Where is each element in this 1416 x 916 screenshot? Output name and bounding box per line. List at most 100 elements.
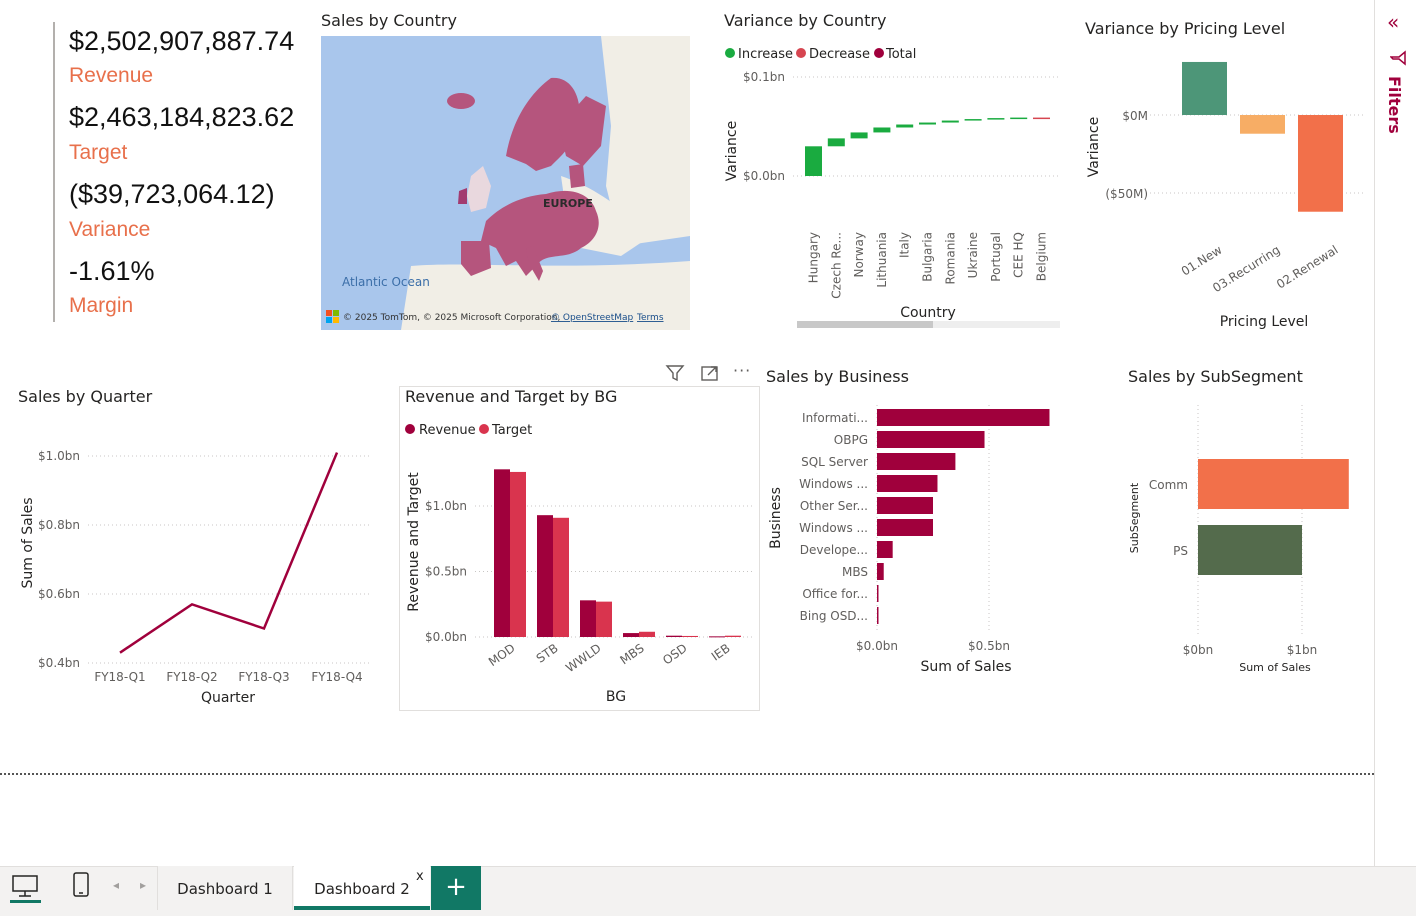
business-bar[interactable]	[877, 607, 879, 624]
variance-bar[interactable]	[1033, 117, 1050, 120]
target-bar[interactable]	[682, 635, 698, 637]
map-canvas: EUROPE Atlantic Ocean © 2025 TomTom, © 2…	[321, 36, 690, 330]
desktop-view-icon[interactable]	[11, 874, 39, 900]
x-tick: Czech Re...	[829, 232, 843, 299]
business-bar[interactable]	[877, 519, 933, 536]
subsegment-chart[interactable]: SubSegment Comm PS $0bn $1bn Sum of Sales	[1120, 400, 1370, 680]
x-tick: Hungary	[807, 232, 821, 283]
business-bar[interactable]	[877, 453, 956, 470]
x-tick: FY18-Q3	[238, 670, 289, 684]
revenue-bar[interactable]	[494, 469, 510, 637]
x-tick: Bulgaria	[921, 232, 935, 282]
pricing-chart[interactable]: $0M ($50M) Variance 01.New03.Recurring02…	[1080, 40, 1370, 340]
variance-bar[interactable]	[964, 119, 982, 121]
business-bar[interactable]	[877, 431, 985, 448]
legend-revenue[interactable]: Revenue	[419, 423, 476, 438]
y-tick: Windows ...	[799, 521, 868, 535]
openstreetmap-link[interactable]: © OpenStreetMap	[551, 313, 634, 323]
target-label: Target	[69, 141, 128, 164]
variance-country-title: Variance by Country	[724, 11, 887, 30]
mobile-view-icon[interactable]	[72, 872, 90, 898]
x-tick: 02.Renewal	[1274, 243, 1341, 292]
filters-pane[interactable]: « Filters	[1374, 0, 1416, 866]
legend-total[interactable]: Total	[885, 47, 916, 62]
x-axis-title: BG	[606, 689, 626, 705]
target-value: $2,463,184,823.62	[69, 102, 295, 132]
pricing-bar[interactable]	[1298, 115, 1343, 212]
scroll-right-icon[interactable]: ▸	[140, 878, 146, 892]
subsegment-bar[interactable]	[1198, 525, 1302, 575]
pricing-bar[interactable]	[1240, 115, 1285, 134]
microsoft-logo-piece	[333, 310, 339, 316]
y-tick: $0.5bn	[425, 565, 467, 579]
target-bar[interactable]	[596, 601, 612, 637]
x-tick: $1bn	[1287, 643, 1318, 657]
close-tab-icon[interactable]: x	[416, 869, 424, 884]
target-bar[interactable]	[639, 631, 655, 637]
x-tick: Lithuania	[875, 232, 889, 288]
revenue-bar[interactable]	[580, 600, 596, 637]
filter-icon	[1390, 50, 1406, 66]
collapse-icon[interactable]: «	[1387, 10, 1399, 34]
scroll-left-icon[interactable]: ◂	[113, 878, 119, 892]
business-bar[interactable]	[877, 585, 879, 602]
x-tick: $0.0bn	[856, 639, 898, 653]
more-options-icon[interactable]: ···	[733, 361, 751, 380]
business-chart[interactable]: Business Informati... OBPG SQL Server Windo…	[762, 400, 1072, 680]
subsegment-bar[interactable]	[1198, 459, 1349, 509]
variance-bar[interactable]	[1010, 117, 1028, 120]
variance-bar[interactable]	[896, 124, 914, 128]
x-axis-title: Sum of Sales	[1239, 661, 1311, 674]
bg-chart[interactable]: Revenue Target Revenue and Target $1.0bn…	[400, 412, 758, 707]
variance-country-chart[interactable]: Increase Decrease Total $0.1bn $0.0bn Va…	[720, 36, 1065, 336]
business-bar[interactable]	[877, 541, 893, 558]
filter-visual-icon[interactable]	[665, 363, 685, 383]
quarter-chart[interactable]: Sum of Sales $1.0bn $0.8bn $0.6bn $0.4bn FY…	[10, 440, 380, 710]
legend-decrease[interactable]: Decrease	[809, 47, 870, 62]
revenue-bar[interactable]	[537, 515, 553, 637]
variance-bar[interactable]	[873, 127, 891, 133]
target-bar[interactable]	[510, 471, 526, 637]
target-bar[interactable]	[725, 635, 741, 637]
revenue-bar[interactable]	[666, 635, 682, 637]
map-title: Sales by Country	[321, 11, 457, 30]
focus-mode-icon[interactable]	[700, 363, 720, 383]
target-bar[interactable]	[553, 517, 569, 637]
scrollbar-thumb[interactable]	[797, 321, 933, 328]
sales-line[interactable]	[119, 452, 339, 654]
add-page-button[interactable]: +	[431, 866, 481, 910]
pricing-bar[interactable]	[1182, 61, 1227, 115]
variance-bar[interactable]	[827, 138, 845, 147]
variance-bar[interactable]	[850, 132, 868, 139]
legend-target[interactable]: Target	[491, 423, 532, 438]
business-bar[interactable]	[877, 409, 1050, 426]
x-tick: Portugal	[989, 232, 1003, 282]
kpi-card[interactable]: $2,502,907,887.74 Revenue $2,463,184,823…	[53, 22, 313, 322]
y-tick: Develope...	[800, 543, 868, 557]
filters-label[interactable]: Filters	[1385, 76, 1404, 134]
variance-bar[interactable]	[941, 120, 959, 123]
business-bar[interactable]	[877, 497, 933, 514]
quarter-title: Sales by Quarter	[18, 387, 153, 406]
variance-bar[interactable]	[987, 118, 1005, 120]
business-bar[interactable]	[877, 563, 884, 580]
business-bar[interactable]	[877, 475, 938, 492]
microsoft-logo-piece	[333, 317, 339, 323]
revenue-bar[interactable]	[623, 633, 639, 637]
pricing-title: Variance by Pricing Level	[1085, 19, 1286, 38]
variance-bar[interactable]	[919, 122, 936, 125]
x-tick: $0.5bn	[968, 639, 1010, 653]
map-terms-link[interactable]: Terms	[636, 313, 664, 323]
y-axis-title: Business	[768, 487, 784, 549]
legend-target-icon	[479, 424, 489, 434]
y-tick: $0.8bn	[38, 518, 80, 532]
sales-map[interactable]: EUROPE Atlantic Ocean © 2025 TomTom, © 2…	[321, 36, 690, 330]
legend-increase[interactable]: Increase	[738, 47, 793, 62]
tab-dashboard-1[interactable]: Dashboard 1	[158, 866, 293, 910]
legend-increase-icon	[725, 48, 735, 58]
tab-dashboard-2[interactable]: Dashboard 2	[294, 866, 430, 910]
y-tick: $1.0bn	[425, 499, 467, 513]
variance-bar[interactable]	[805, 146, 822, 176]
revenue-bar[interactable]	[709, 636, 725, 638]
y-tick: $1.0bn	[38, 449, 80, 463]
